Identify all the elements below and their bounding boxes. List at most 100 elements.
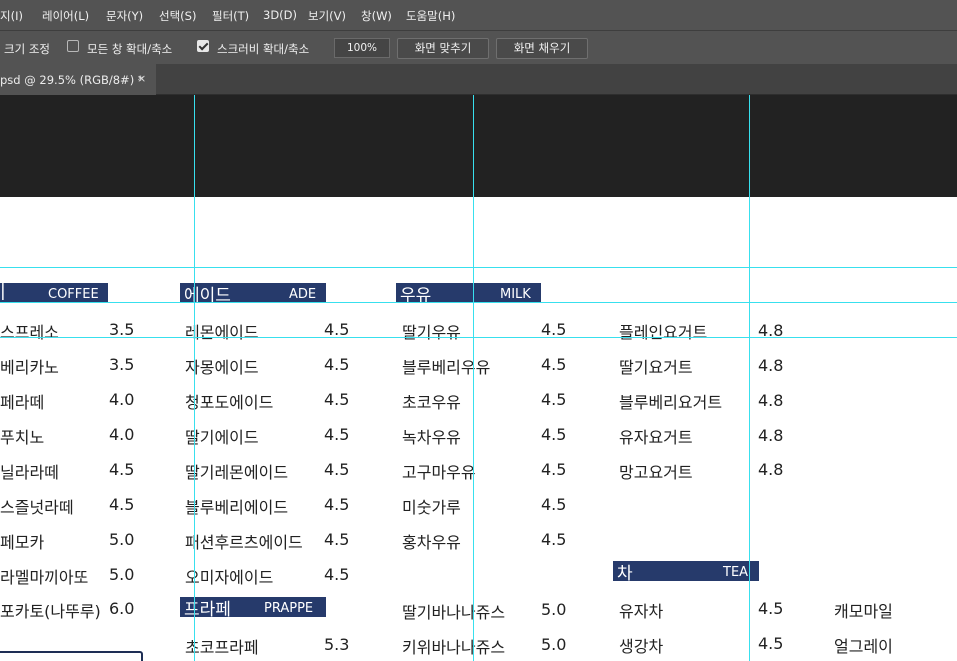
menu-item-name: 블루베리우유 (402, 358, 491, 377)
coffee-header: | COFFEE (0, 281, 108, 303)
menu-item-name: 미숫가루 (402, 498, 461, 517)
menu-type[interactable]: 문자(Y) (106, 8, 143, 24)
menu-item-price: 4.5 (541, 355, 567, 374)
tea-header-en: TEA (723, 565, 749, 580)
vertical-guide[interactable] (194, 95, 195, 661)
menu-item-name: 라멜마끼아또 (0, 568, 89, 587)
menu-item-name: 녹차우유 (402, 428, 461, 447)
milk-header-en: MILK (500, 287, 531, 302)
horizontal-guide[interactable] (0, 337, 957, 338)
frappe-header: 프라페 PRAPPE (180, 597, 326, 620)
menu-item-price: 4.5 (541, 495, 567, 514)
menu-item-price: 4.5 (541, 460, 567, 479)
menu-item-name: 자몽에이드 (185, 358, 259, 377)
menu-item-name: 베리카노 (0, 358, 59, 377)
menu-item-price: 4.5 (541, 425, 567, 444)
menu-item-name: 홍차우유 (402, 533, 461, 552)
scrubby-zoom-label[interactable]: 스크러비 확대/축소 (217, 41, 309, 57)
menu-image[interactable]: 지(I) (0, 8, 23, 24)
outlined-box (0, 651, 143, 661)
menu-help[interactable]: 도움말(H) (406, 8, 455, 24)
menu-item-price: 4.5 (541, 530, 567, 549)
menu-item-name: 스프레소 (0, 323, 59, 342)
menu-item-price: 4.5 (109, 495, 135, 514)
canvas-dark-banner (0, 95, 957, 197)
tea-header: 차 TEA (613, 561, 759, 584)
horizontal-guide[interactable] (0, 302, 957, 303)
zoom-all-windows-label[interactable]: 모든 창 확대/축소 (87, 41, 172, 57)
menu-item-name: 유자요거트 (619, 428, 693, 447)
menu-item-name: 생강차 (619, 637, 664, 656)
frappe-header-ko: 프라페 (184, 600, 231, 620)
menu-item-name: 망고요거트 (619, 463, 693, 482)
menu-window[interactable]: 창(W) (361, 8, 392, 24)
menu-item-name: 오미자에이드 (185, 568, 274, 587)
menu-item-price: 6.0 (109, 599, 135, 618)
menu-item-name: 캐모마일 (834, 602, 893, 621)
menu-view[interactable]: 보기(V) (308, 8, 346, 24)
close-tab-icon[interactable]: × (137, 72, 146, 85)
menu-item-price: 4.0 (109, 390, 135, 409)
menu-item-name: 플레인요거트 (619, 323, 708, 342)
menu-item-price: 4.8 (758, 356, 784, 375)
menu-item-name: 페라떼 (0, 393, 45, 412)
fill-screen-button[interactable]: 화면 채우기 (496, 38, 588, 59)
zoom-percent-field[interactable]: 100% (334, 38, 390, 58)
menu-item-price: 5.0 (541, 635, 567, 654)
menu-item-price: 4.5 (324, 495, 350, 514)
menu-item-price: 4.5 (324, 530, 350, 549)
scrubby-zoom-checkbox[interactable] (197, 40, 209, 52)
menu-item-name: 패션후르츠에이드 (185, 533, 303, 552)
menu-item-price: 4.5 (758, 634, 784, 653)
menu-item-name: 초코우유 (402, 393, 461, 412)
menu-item-name: 레몬에이드 (185, 323, 259, 342)
menu-item-price: 4.5 (324, 460, 350, 479)
menu-item-price: 4.5 (109, 460, 135, 479)
menu-bar: 지(I) 레이어(L) 문자(Y) 선택(S) 필터(T) 3D(D) 보기(V… (0, 0, 957, 30)
menu-item-price: 4.5 (324, 565, 350, 584)
resize-windows-label[interactable]: 크기 조정 (4, 41, 50, 57)
menu-item-name: 포카토(나뚜루) (0, 602, 101, 621)
vertical-guide[interactable] (473, 95, 474, 661)
milk-header: 우유 MILK (396, 283, 541, 306)
menu-item-name: 딸기요거트 (619, 358, 693, 377)
menu-item-name: 고구마우유 (402, 463, 476, 482)
menu-filter[interactable]: 필터(T) (212, 8, 249, 24)
menu-item-name: 유자차 (619, 602, 664, 621)
menu-item-price: 4.5 (324, 390, 350, 409)
menu-item-price: 5.0 (109, 565, 135, 584)
menu-item-name: 얼그레이 (834, 637, 893, 656)
menu-item-price: 3.5 (109, 355, 135, 374)
document-tab-bar: psd @ 29.5% (RGB/8#) * × (0, 64, 957, 95)
frappe-header-en: PRAPPE (264, 601, 314, 616)
menu-3d[interactable]: 3D(D) (263, 8, 297, 22)
menu-item-price: 4.5 (541, 390, 567, 409)
vertical-guide[interactable] (749, 95, 750, 661)
coffee-header-en: COFFEE (48, 287, 99, 302)
menu-item-price: 4.5 (324, 355, 350, 374)
menu-item-price: 4.5 (324, 425, 350, 444)
menu-item-price: 5.0 (109, 530, 135, 549)
coffee-header-ko: | (0, 281, 6, 301)
menu-item-price: 4.8 (758, 460, 784, 479)
options-bar: 크기 조정 모든 창 확대/축소 스크러비 확대/축소 100% 화면 맞추기 … (0, 30, 957, 65)
menu-item-name: 딸기우유 (402, 323, 461, 342)
menu-select[interactable]: 선택(S) (159, 8, 196, 24)
document-tab-title: psd @ 29.5% (RGB/8#) * (0, 73, 144, 87)
menu-item-price: 5.0 (541, 600, 567, 619)
document-canvas[interactable]: | COFFEE 에이드 ADE 우유 MILK 프라페 PRAPPE 차 TE… (0, 95, 957, 661)
menu-item-name: 키위바나나쥬스 (402, 638, 506, 657)
menu-item-name: 블루베리요거트 (619, 393, 723, 412)
fit-screen-button[interactable]: 화면 맞추기 (397, 38, 489, 59)
menu-item-price: 4.8 (758, 426, 784, 445)
menu-item-name: 딸기바나나쥬스 (402, 603, 506, 622)
tea-header-ko: 차 (617, 564, 633, 584)
menu-item-price: 5.3 (324, 635, 350, 654)
menu-item-price: 4.5 (758, 599, 784, 618)
zoom-all-windows-checkbox[interactable] (67, 40, 79, 52)
menu-item-name: 블루베리에이드 (185, 498, 289, 517)
menu-item-price: 4.8 (758, 391, 784, 410)
menu-layer[interactable]: 레이어(L) (42, 8, 89, 24)
horizontal-guide[interactable] (0, 267, 957, 268)
document-tab[interactable]: psd @ 29.5% (RGB/8#) * × (0, 64, 156, 95)
